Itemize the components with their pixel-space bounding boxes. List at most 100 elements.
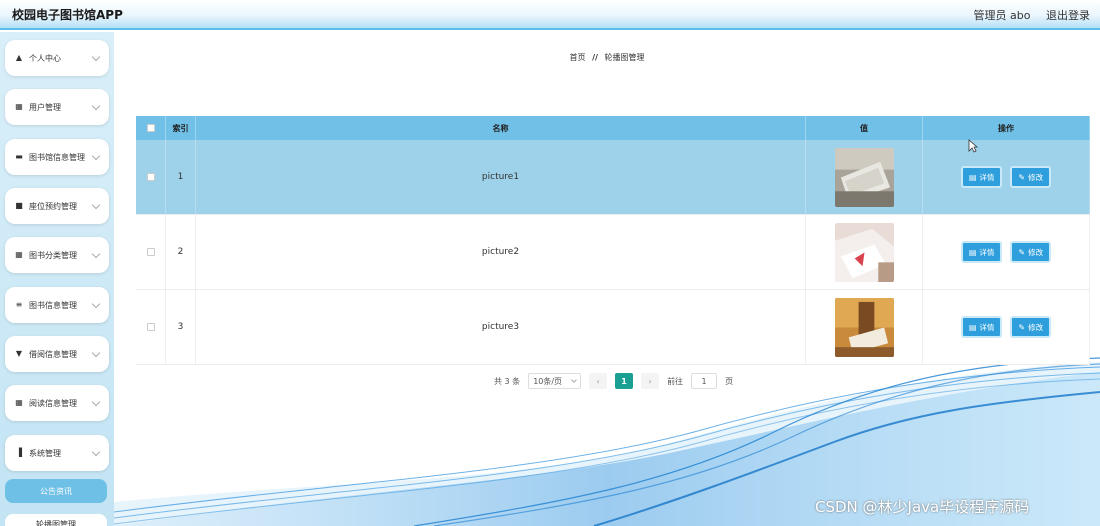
table-row[interactable]: 1 picture1 ▤ 详情 ✎ 修改 [136,140,1090,215]
pagination: 共 3 条 10条/页 ‹ 1 › 前往 1 页 [494,372,741,390]
list-icon: ≡ [15,300,23,309]
bar-chart-icon: ▐ [15,448,23,457]
row-index: 1 [166,140,196,214]
goto-label: 前往 [667,376,684,386]
row-select-cell [136,215,166,289]
sidebar-item-label: 阅读信息管理 [29,398,77,408]
chevron-down-icon [91,348,101,357]
breadcrumb-current: 轮播图管理 [604,53,645,62]
sidebar-item-personal[interactable]: ▲ 个人中心 [5,40,109,76]
chevron-right-icon: › [648,376,652,386]
sidebar-item-book-info[interactable]: ≡ 图书信息管理 [5,287,109,323]
row-name: picture3 [196,290,806,364]
chevron-down-icon [91,397,101,406]
user-icon: ▲ [15,53,23,62]
sidebar: ▲ 个人中心 ▦ 用户管理 ▬ 图书馆信息管理 ■ 座位预约管理 ▦ 图书分类管… [0,32,114,526]
detail-button[interactable]: ▤ 详情 [960,241,1003,263]
row-name: picture2 [196,215,806,289]
page-unit-label: 页 [725,376,734,386]
detail-label: 详情 [979,322,995,332]
row-select-cell [136,290,166,364]
row-checkbox[interactable] [146,248,155,256]
column-header-name: 名称 [196,116,806,140]
chevron-down-icon [91,249,101,258]
next-page-button[interactable]: › [641,373,660,389]
select-all-checkbox[interactable] [146,124,155,132]
page-number-button[interactable]: 1 [615,373,634,389]
row-actions: ▤ 详情 ✎ 修改 [923,215,1090,289]
current-user: 管理员 abo [973,9,1031,22]
row-name: picture1 [196,140,806,214]
row-actions: ▤ 详情 ✎ 修改 [923,290,1090,364]
sidebar-subitem-announcements[interactable]: 公告资讯 [5,479,107,503]
column-header-value: 值 [806,116,923,140]
select-all-cell [136,116,166,140]
column-header-actions: 操作 [923,116,1090,140]
edit-button[interactable]: ✎ 修改 [1010,241,1052,263]
edit-button[interactable]: ✎ 修改 [1010,166,1052,188]
detail-label: 详情 [979,247,995,257]
chevron-up-icon [91,447,101,456]
mouse-cursor-icon [968,139,978,153]
sidebar-item-reading-info[interactable]: ▦ 阅读信息管理 [5,385,109,421]
breadcrumb-home[interactable]: 首页 [570,53,586,62]
chevron-down-icon [571,377,577,383]
main-content: 首页 // 轮播图管理 索引 名称 值 操作 1 picture1 ▤ 详情 ✎… [114,32,1100,526]
sidebar-item-label: 图书分类管理 [29,250,77,260]
watermark-text: CSDN @林少Java毕设程序源码 [815,498,1030,516]
thumbnail-image[interactable] [834,222,894,282]
chevron-down-icon [91,200,101,209]
sidebar-item-seat-booking[interactable]: ■ 座位预约管理 [5,188,109,224]
grid-icon: ▦ [15,250,23,259]
document-icon: ▤ [968,172,977,182]
detail-button[interactable]: ▤ 详情 [960,166,1003,188]
chevron-down-icon [91,101,101,110]
square-icon: ■ [15,201,23,210]
prev-page-button[interactable]: ‹ [589,373,608,389]
row-actions: ▤ 详情 ✎ 修改 [923,140,1090,214]
chevron-down-icon [91,151,101,160]
sidebar-item-book-category[interactable]: ▦ 图书分类管理 [5,237,109,273]
table-row[interactable]: 2 picture2 ▤ 详情 ✎ 修改 [136,215,1090,290]
sidebar-subitem-carousel[interactable]: 轮播图管理 [5,514,107,526]
sidebar-item-borrow-info[interactable]: ▼ 借阅信息管理 [5,336,109,372]
pencil-icon: ✎ [1018,322,1026,332]
row-image-cell [806,215,923,289]
row-checkbox[interactable] [146,323,155,331]
chevron-down-icon [91,52,101,61]
document-icon: ▤ [968,322,977,332]
table-row[interactable]: 3 picture3 ▤ 详情 ✎ 修改 [136,290,1090,365]
pencil-icon: ✎ [1018,247,1026,257]
app-title: 校园电子图书馆APP [12,8,123,22]
page-size-select[interactable]: 10条/页 [528,373,582,389]
grid-icon: ▦ [15,398,23,407]
flag-icon: ▼ [15,349,23,358]
table-header: 索引 名称 值 操作 [136,116,1090,140]
detail-button[interactable]: ▤ 详情 [960,316,1003,338]
edit-label: 修改 [1028,247,1044,257]
building-icon: ▬ [15,152,23,161]
sidebar-item-label: 用户管理 [29,102,61,112]
breadcrumb: 首页 // 轮播图管理 [114,52,1100,63]
sidebar-item-label: 借阅信息管理 [29,349,77,359]
sidebar-item-users[interactable]: ▦ 用户管理 [5,89,109,125]
chevron-down-icon [91,299,101,308]
thumbnail-image[interactable] [834,297,894,357]
carousel-table: 索引 名称 值 操作 1 picture1 ▤ 详情 ✎ 修改 2 pictur… [136,116,1090,365]
sidebar-item-library-info[interactable]: ▬ 图书馆信息管理 [5,139,109,175]
sidebar-item-label: 图书馆信息管理 [29,152,85,162]
sidebar-item-label: 图书信息管理 [29,300,77,310]
header-actions: 管理员 abo 退出登录 [962,7,1090,23]
row-image-cell [806,290,923,364]
sidebar-item-system[interactable]: ▐ 系统管理 [5,435,109,471]
row-checkbox[interactable] [146,173,155,181]
goto-page-input[interactable]: 1 [691,373,718,389]
top-bar: 校园电子图书馆APP 管理员 abo 退出登录 [0,0,1100,30]
pencil-icon: ✎ [1018,172,1026,182]
thumbnail-image[interactable] [834,147,894,207]
sidebar-item-label: 系统管理 [29,448,61,458]
logout-button[interactable]: 退出登录 [1046,9,1090,22]
sidebar-item-label: 座位预约管理 [29,201,77,211]
row-index: 3 [166,290,196,364]
edit-button[interactable]: ✎ 修改 [1010,316,1052,338]
